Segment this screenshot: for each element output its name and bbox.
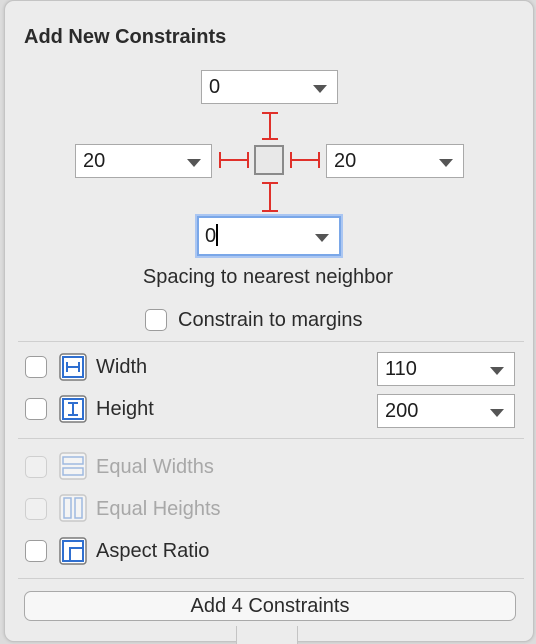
aspect-ratio-label: Aspect Ratio (96, 540, 210, 562)
chevron-down-icon[interactable] (490, 367, 504, 375)
equal-widths-label: Equal Widths (96, 456, 214, 478)
chevron-down-icon[interactable] (313, 85, 327, 93)
height-value: 200 (385, 400, 419, 422)
separator (18, 341, 524, 342)
add-constraints-button[interactable]: Add 4 Constraints (24, 591, 516, 621)
trailing-spacing-combo[interactable]: 20 (326, 144, 464, 178)
popover-title: Add New Constraints (24, 26, 227, 48)
text-caret (216, 224, 219, 246)
leading-spacing-value: 20 (83, 150, 106, 172)
chevron-down-icon[interactable] (490, 409, 504, 417)
width-value: 110 (385, 358, 417, 380)
selected-view-box (254, 145, 284, 175)
width-value-combo[interactable]: 110 (377, 352, 515, 386)
leading-spacing-combo[interactable]: 20 (75, 144, 212, 178)
width-checkbox[interactable] (25, 356, 47, 378)
top-spacing-value: 0 (209, 76, 221, 98)
bottom-spacing-value: 0 (205, 225, 217, 247)
aspect-ratio-checkbox[interactable] (25, 540, 47, 562)
constrain-to-margins-label: Constrain to margins (178, 309, 363, 331)
equal-widths-icon (59, 452, 87, 480)
trailing-strut-icon[interactable] (288, 148, 322, 172)
spacing-caption: Spacing to nearest neighbor (142, 266, 394, 288)
popover-tail (236, 626, 298, 644)
top-spacing-combo[interactable]: 0 (201, 70, 338, 104)
aspect-ratio-icon (59, 537, 87, 565)
constrain-to-margins-checkbox[interactable] (145, 309, 167, 331)
bottom-spacing-combo[interactable]: 0 (197, 216, 341, 256)
equal-heights-icon (59, 494, 87, 522)
height-constraint-icon (59, 395, 87, 423)
chevron-down-icon[interactable] (315, 234, 329, 242)
leading-strut-icon[interactable] (217, 148, 251, 172)
chevron-down-icon[interactable] (439, 159, 453, 167)
equal-widths-checkbox[interactable] (25, 456, 47, 478)
separator (18, 438, 524, 439)
separator (18, 578, 524, 579)
top-strut-icon[interactable] (258, 110, 282, 142)
height-label: Height (96, 398, 154, 420)
height-value-combo[interactable]: 200 (377, 394, 515, 428)
trailing-spacing-value: 20 (334, 150, 357, 172)
width-constraint-icon (59, 353, 87, 381)
bottom-strut-icon[interactable] (258, 180, 282, 214)
equal-heights-label: Equal Heights (96, 498, 221, 520)
width-label: Width (96, 356, 148, 378)
equal-heights-checkbox[interactable] (25, 498, 47, 520)
chevron-down-icon[interactable] (187, 159, 201, 167)
height-checkbox[interactable] (25, 398, 47, 420)
